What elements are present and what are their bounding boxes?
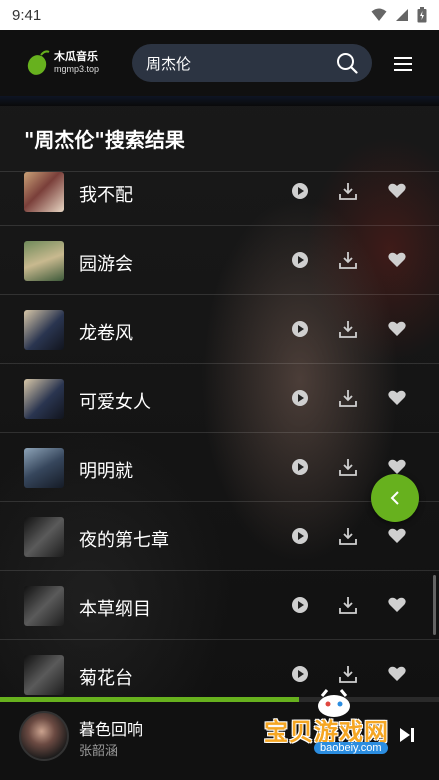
header-divider [0,96,439,106]
download-icon [339,321,357,338]
song-title: 园游会 [79,254,133,275]
favorite-button[interactable] [387,181,407,205]
download-icon [339,183,357,200]
song-row[interactable]: 夜的第七章 [0,502,439,571]
list-scrollbar[interactable] [433,575,436,635]
download-button[interactable] [338,595,358,619]
album-cover [24,448,64,488]
download-button[interactable] [338,388,358,412]
song-title: 我不配 [79,185,133,206]
now-playing-cover[interactable] [19,711,69,761]
play-icon [292,528,308,544]
heart-icon [388,321,406,336]
download-button[interactable] [338,319,358,343]
battery-icon [417,7,427,23]
search-results-title: "周杰伦"搜索结果 [24,128,185,152]
play-button[interactable] [290,181,310,205]
download-icon [339,666,357,683]
download-button[interactable] [338,526,358,550]
album-cover [24,172,64,212]
play-button[interactable] [290,388,310,412]
album-cover [24,655,64,695]
watermark: 宝贝游戏网 baobeiy.com [262,689,412,770]
status-bar: 9:41 [0,0,439,30]
play-button[interactable] [290,526,310,550]
song-title: 明明就 [79,461,133,482]
play-icon [292,597,308,613]
search-button[interactable] [336,52,358,74]
heart-icon [388,666,406,681]
now-playing-title: 暮色回响 [79,720,144,739]
play-button[interactable] [290,319,310,343]
play-button[interactable] [290,250,310,274]
status-time: 9:41 [12,6,42,24]
signal-icon [396,9,408,21]
search-input[interactable]: 周杰伦 [132,44,372,82]
song-title: 本草纲目 [79,599,151,620]
collapse-panel-button[interactable] [371,474,419,522]
album-cover [24,586,64,626]
download-icon [339,459,357,476]
play-icon [292,390,308,406]
chevron-left-icon [390,491,399,505]
song-title: 夜的第七章 [79,530,169,551]
play-icon [292,459,308,475]
song-row[interactable]: 菊花台 [0,640,439,696]
album-cover [24,241,64,281]
play-icon [292,666,308,682]
status-icons [371,7,427,23]
song-title: 可爱女人 [79,392,151,413]
papaya-logo-icon [27,50,50,75]
search-input-value: 周杰伦 [146,54,192,73]
play-icon [292,183,308,199]
favorite-button[interactable] [387,388,407,412]
favorite-button[interactable] [387,319,407,343]
favorite-button[interactable] [387,595,407,619]
now-playing-artist: 张韶涵 [79,744,119,759]
hamburger-menu-icon [394,57,412,71]
album-cover [24,310,64,350]
album-cover [24,379,64,419]
download-icon [339,597,357,614]
song-title: 龙卷风 [79,323,133,344]
download-button[interactable] [338,250,358,274]
download-icon [339,390,357,407]
album-cover [24,517,64,557]
favorite-button[interactable] [387,526,407,550]
play-button[interactable] [290,457,310,481]
song-row[interactable]: 本草纲目 [0,571,439,640]
download-icon [339,528,357,545]
search-icon [337,53,358,74]
download-icon [339,252,357,269]
favorite-button[interactable] [387,664,407,688]
song-row[interactable]: 园游会 [0,226,439,295]
play-button[interactable] [290,664,310,688]
song-title: 菊花台 [79,668,133,689]
song-row[interactable]: 我不配 [0,172,439,226]
song-list[interactable]: 我不配 园游会 龙卷风 可爱女人 明明就 夜的第七章 本草纲目 菊花台 [0,171,439,696]
download-button[interactable] [338,664,358,688]
heart-icon [388,597,406,612]
wifi-icon [371,8,387,21]
play-icon [292,252,308,268]
heart-icon [388,183,406,198]
heart-icon [388,252,406,267]
play-button[interactable] [290,595,310,619]
heart-icon [388,390,406,405]
app-header: 木瓜音乐 mgmp3.top 周杰伦 [0,30,439,96]
favorite-button[interactable] [387,250,407,274]
heart-icon [388,528,406,543]
menu-button[interactable] [394,56,412,75]
app-logo[interactable]: 木瓜音乐 mgmp3.top [26,50,99,76]
logo-domain: mgmp3.top [54,64,100,74]
song-row[interactable]: 可爱女人 [0,364,439,433]
watermark-url: baobeiy.com [314,742,388,754]
logo-name: 木瓜音乐 [54,51,98,63]
download-button[interactable] [338,457,358,481]
song-row[interactable]: 龙卷风 [0,295,439,364]
download-button[interactable] [338,181,358,205]
play-icon [292,321,308,337]
